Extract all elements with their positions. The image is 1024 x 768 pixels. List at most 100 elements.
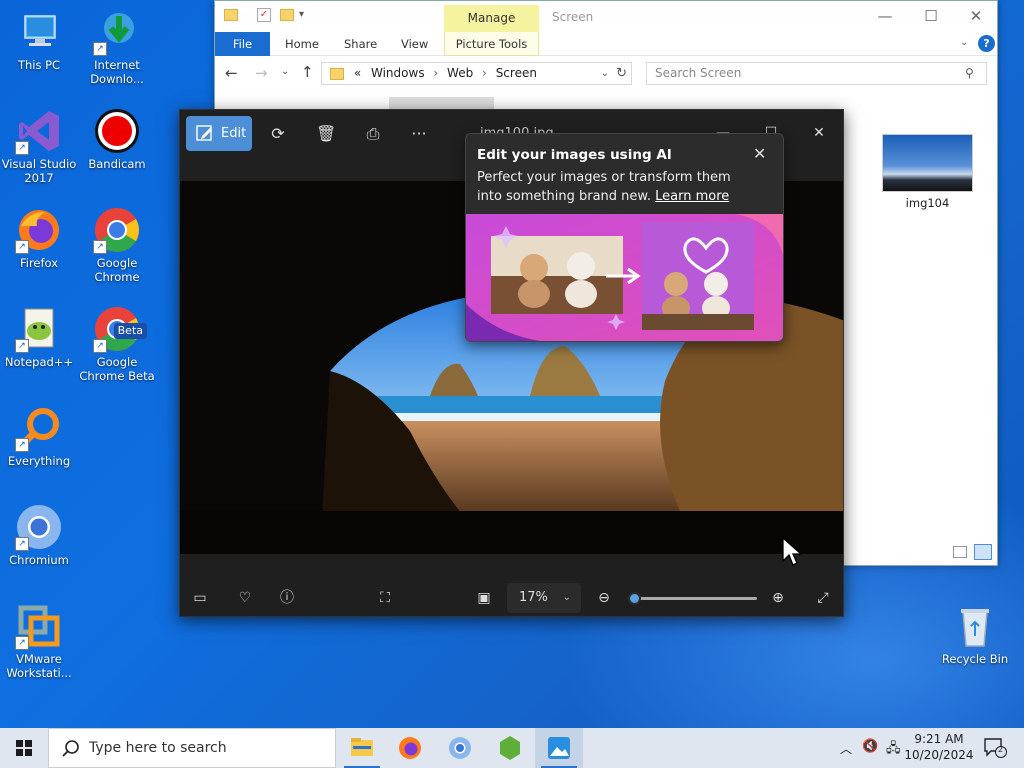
- file-name[interactable]: img104: [882, 196, 973, 210]
- tab-share[interactable]: Share: [332, 32, 389, 56]
- shortcut-arrow-icon: ↗: [93, 339, 107, 353]
- maximize-button[interactable]: ☐: [908, 1, 954, 32]
- address-dropdown-icon[interactable]: ⌄: [601, 63, 609, 84]
- tab-home[interactable]: Home: [273, 32, 331, 56]
- tab-view[interactable]: View: [389, 32, 440, 56]
- close-button[interactable]: ✕: [953, 1, 999, 32]
- desktop-icon-notepad-plus-plus[interactable]: ↗ Notepad++: [0, 305, 78, 369]
- desktop-icon-recycle-bin[interactable]: Recycle Bin: [936, 602, 1014, 666]
- forward-arrow-icon[interactable]: →: [255, 64, 268, 82]
- info-icon[interactable]: ⓘ: [277, 588, 297, 608]
- window-title: Screen: [552, 10, 594, 24]
- desktop-icon-label: Google Chrome Beta: [79, 355, 155, 383]
- network-icon[interactable]: 🖧: [886, 739, 901, 768]
- new-folder-icon[interactable]: [280, 9, 294, 21]
- record-icon: [93, 107, 141, 155]
- beta-badge: Beta: [113, 323, 147, 339]
- firefox-icon: [399, 737, 421, 759]
- start-button[interactable]: [0, 728, 48, 768]
- zoom-level-dropdown[interactable]: 17% ⌄: [507, 583, 581, 613]
- filmstrip-icon[interactable]: ▭: [190, 588, 210, 608]
- breadcrumb-windows[interactable]: Windows: [371, 66, 425, 80]
- quick-access-dropdown-icon[interactable]: ▾: [299, 9, 304, 20]
- large-icons-view-icon[interactable]: [974, 544, 992, 560]
- back-arrow-icon[interactable]: ←: [225, 64, 238, 82]
- close-icon[interactable]: ✕: [753, 144, 766, 163]
- shortcut-arrow-icon: ↗: [15, 240, 29, 254]
- tip-body: Perfect your images or transform them in…: [477, 168, 757, 206]
- tab-picture-tools[interactable]: Picture Tools: [444, 32, 539, 56]
- desktop-icon-bandicam[interactable]: Bandicam: [78, 107, 156, 171]
- tab-file[interactable]: File: [215, 32, 270, 56]
- taskbar-app-firefox[interactable]: [386, 728, 434, 768]
- minimize-button[interactable]: —: [862, 1, 908, 32]
- show-hidden-icons-icon[interactable]: ︿: [840, 740, 852, 768]
- taskbar-app-file-explorer[interactable]: [338, 728, 386, 768]
- zoom-in-icon[interactable]: ⊕: [768, 588, 788, 608]
- desktop-icon-vmware[interactable]: ↗ VMware Workstati...: [0, 602, 78, 680]
- file-thumbnail[interactable]: [882, 134, 973, 192]
- help-icon[interactable]: ?: [978, 35, 995, 52]
- explorer-title-bar[interactable]: ✓ ▾ Manage Screen — ☐ ✕: [215, 1, 997, 32]
- notification-center-icon[interactable]: 2: [983, 737, 1007, 759]
- desktop-icon-label: Internet Downlo...: [90, 58, 144, 86]
- taskbar-clock[interactable]: 9:21 AM 10/20/2024: [900, 731, 978, 763]
- manage-tab[interactable]: Manage: [444, 5, 539, 32]
- favorite-heart-icon[interactable]: ♡: [235, 588, 255, 608]
- breadcrumb-web[interactable]: Web: [447, 66, 473, 80]
- desktop-icon-google-chrome[interactable]: ↗ Google Chrome: [78, 206, 156, 284]
- address-bar[interactable]: « Windows › Web › Screen ⌄ ↻: [321, 62, 632, 85]
- taskbar-app-node[interactable]: [486, 728, 534, 768]
- taskbar-search-box[interactable]: Type here to search: [48, 728, 336, 768]
- desktop-icon-everything[interactable]: ↗ Everything: [0, 404, 78, 468]
- rotate-icon[interactable]: ⟳: [268, 124, 288, 144]
- hexagon-app-icon: [500, 736, 520, 760]
- taskbar-app-chromium[interactable]: [436, 728, 484, 768]
- breadcrumb-separator-icon[interactable]: ›: [482, 66, 487, 80]
- clock-date: 10/20/2024: [904, 748, 974, 762]
- breadcrumb-screen[interactable]: Screen: [496, 66, 537, 80]
- scan-text-icon[interactable]: ⛶: [375, 588, 395, 608]
- desktop-icon-internet-download-manager[interactable]: ↗ Internet Downlo...: [78, 8, 156, 86]
- desktop-icon-chromium[interactable]: ↗ Chromium: [0, 503, 78, 567]
- zoom-out-icon[interactable]: ⊖: [594, 588, 614, 608]
- desktop-icon-visual-studio[interactable]: ↗ Visual Studio 2017: [0, 107, 78, 185]
- up-arrow-icon[interactable]: ↑: [301, 63, 314, 81]
- desktop-icon-label: VMware Workstati...: [6, 652, 72, 680]
- zoom-slider-thumb[interactable]: [628, 592, 641, 605]
- file-explorer-icon: [351, 738, 373, 756]
- zoom-slider[interactable]: [628, 592, 757, 605]
- ai-promo-image: [466, 214, 783, 341]
- search-icon: ⚲: [965, 66, 974, 80]
- learn-more-link[interactable]: Learn more: [655, 189, 729, 204]
- desktop-icon-label: Recycle Bin: [941, 652, 1009, 666]
- print-icon[interactable]: ⎙: [363, 124, 383, 144]
- desktop-icon-google-chrome-beta[interactable]: Beta ↗ Google Chrome Beta: [78, 305, 156, 383]
- taskbar-app-photos[interactable]: [535, 728, 583, 768]
- close-button[interactable]: ✕: [799, 120, 839, 146]
- chrome-beta-icon: Beta ↗: [93, 305, 147, 353]
- delete-icon[interactable]: 🗑: [316, 124, 336, 144]
- fullscreen-icon[interactable]: ⤢: [813, 588, 833, 608]
- edit-button[interactable]: Edit: [186, 116, 252, 151]
- vmware-icon: ↗: [15, 602, 63, 650]
- address-bar-row: ← → ⌄ ↑ « Windows › Web › Screen ⌄ ↻ Sea…: [215, 56, 997, 90]
- breadcrumb-separator-icon[interactable]: ›: [433, 66, 438, 80]
- more-options-icon[interactable]: ···: [409, 124, 429, 144]
- refresh-icon[interactable]: ↻: [616, 63, 627, 84]
- properties-icon[interactable]: ✓: [257, 8, 271, 22]
- desktop-icon-label: Everything: [7, 454, 71, 468]
- breadcrumb-prefix[interactable]: «: [354, 66, 361, 80]
- ai-edit-teaching-tip: Edit your images using AI ✕ Perfect your…: [465, 133, 784, 342]
- windows-logo-icon: [16, 740, 32, 756]
- fit-to-window-icon[interactable]: ▣: [474, 588, 494, 608]
- shortcut-arrow-icon: ↗: [15, 339, 29, 353]
- desktop-icon-this-pc[interactable]: This PC: [0, 8, 78, 72]
- details-view-icon[interactable]: [953, 546, 967, 558]
- desktop-icon-firefox[interactable]: ↗ Firefox: [0, 206, 78, 270]
- volume-muted-icon[interactable]: 🔇: [862, 739, 878, 768]
- recent-locations-dropdown-icon[interactable]: ⌄: [281, 66, 289, 77]
- ribbon-expand-icon[interactable]: ⌄: [960, 37, 968, 48]
- monitor-icon: [15, 8, 63, 56]
- search-input[interactable]: Search Screen: [646, 62, 987, 85]
